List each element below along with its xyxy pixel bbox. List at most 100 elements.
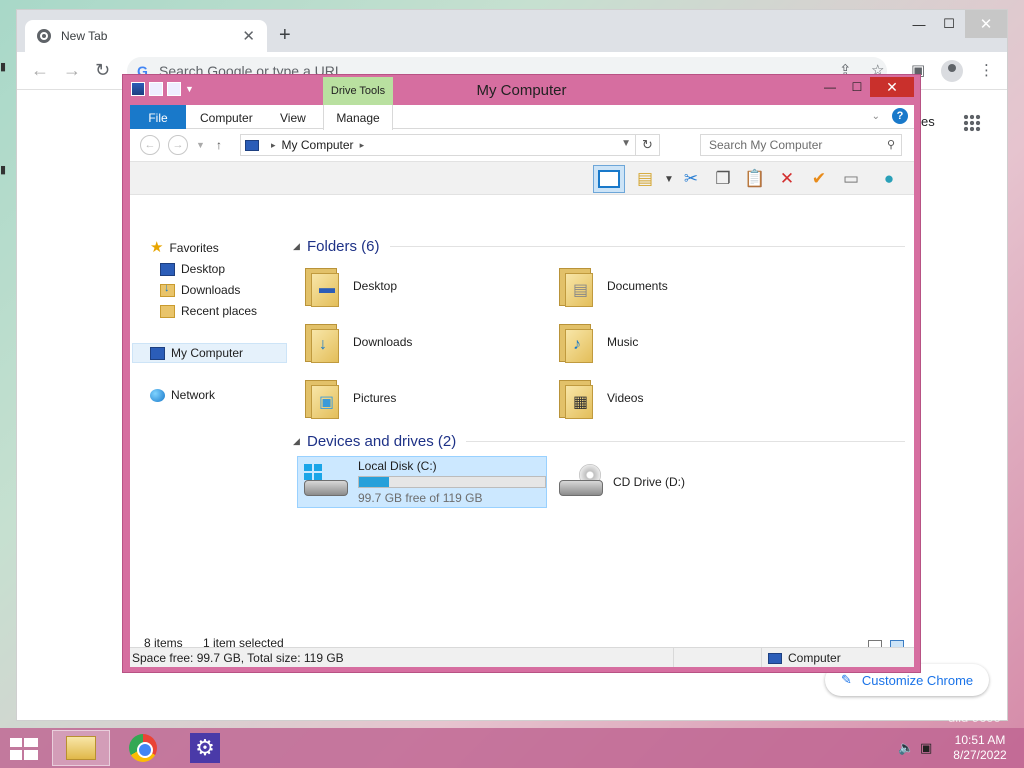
breadcrumb-separator-icon[interactable]: ▸ xyxy=(360,140,365,151)
network-icon xyxy=(150,388,165,402)
disk-usage-fill xyxy=(359,477,389,487)
chrome-tab-title: New Tab xyxy=(61,29,108,43)
pencil-icon: ✎ xyxy=(841,672,852,687)
chrome-close-button[interactable]: ✕ xyxy=(965,10,1007,38)
drive-free-space: 99.7 GB free of 119 GB xyxy=(358,491,483,505)
ribbon-controls: ⌄ ? xyxy=(872,108,908,124)
space-info: Space free: 99.7 GB, Total size: 119 GB xyxy=(132,651,344,665)
breadcrumb-separator-icon[interactable]: ▸ xyxy=(271,140,276,151)
computer-icon xyxy=(768,652,782,664)
forward-arrow-icon[interactable]: → xyxy=(63,60,81,81)
back-arrow-icon[interactable]: ← xyxy=(31,60,49,81)
nav-recent-places[interactable]: Recent places xyxy=(160,301,257,321)
tab-computer[interactable]: Computer xyxy=(186,105,267,129)
folders-group-header[interactable]: ◢ Folders (6) xyxy=(293,236,905,256)
forward-button[interactable]: → xyxy=(168,135,188,155)
rename-check-icon[interactable]: ✔ xyxy=(807,167,831,191)
desktop-icon-partial[interactable]: ▮ xyxy=(0,163,12,177)
tab-view[interactable]: View xyxy=(266,105,320,129)
windows-start-icon[interactable] xyxy=(10,738,38,760)
properties-icon[interactable]: ▭ xyxy=(839,167,863,191)
collapse-group-icon[interactable]: ◢ xyxy=(293,436,307,447)
desktop-icon xyxy=(160,262,175,276)
nav-favorites-label: Favorites xyxy=(169,241,219,255)
taskbar-file-explorer[interactable] xyxy=(52,730,110,766)
drives-group-header[interactable]: ◢ Devices and drives (2) xyxy=(293,431,905,451)
new-tab-button[interactable]: + xyxy=(279,24,291,47)
delete-icon[interactable]: ✕ xyxy=(775,167,799,191)
folder-documents[interactable]: ▤ Documents xyxy=(557,260,797,312)
nav-network[interactable]: Network xyxy=(150,385,215,405)
explorer-close-button[interactable]: ✕ xyxy=(870,77,914,97)
nav-recent-places-label: Recent places xyxy=(181,304,258,318)
folder-pictures[interactable]: ▣ Pictures xyxy=(303,372,543,424)
desktop-icon-partial[interactable]: ▮ xyxy=(0,60,12,74)
help-icon[interactable]: ? xyxy=(892,108,908,124)
command-bar: ▤ ▼ ✂ ❐ 📋 ✕ ✔ ▭ ● xyxy=(130,161,914,195)
menu-dots-icon[interactable]: ⋮ xyxy=(979,61,994,79)
taskbar-settings[interactable]: ⚙ xyxy=(176,730,234,766)
preview-pane-toggle-button[interactable] xyxy=(593,165,625,193)
search-box[interactable]: Search My Computer ⚲ xyxy=(700,134,902,156)
chrome-tab[interactable]: New Tab ✕ xyxy=(25,20,267,52)
folder-name: Downloads xyxy=(353,335,413,349)
drive-local-disk-c[interactable]: Local Disk (C:) 99.7 GB free of 119 GB xyxy=(297,456,547,508)
taskbar-chrome[interactable] xyxy=(114,730,172,766)
drives-group-label: Devices and drives (2) xyxy=(307,432,457,450)
back-button[interactable]: ← xyxy=(140,135,160,155)
navigation-pane: ★ Favorites Desktop Downloads Recent pla… xyxy=(130,226,290,636)
clock-time: 10:51 AM xyxy=(954,733,1006,747)
address-dropdown-icon[interactable]: ▼ xyxy=(621,138,631,149)
network-tray-icon[interactable]: ▣ xyxy=(920,740,932,756)
tab-manage[interactable]: Manage xyxy=(323,105,393,130)
folder-downloads[interactable]: ↓ Downloads xyxy=(303,316,543,368)
chrome-favicon-icon xyxy=(37,29,51,43)
folder-videos[interactable]: ▦ Videos xyxy=(557,372,797,424)
folder-music[interactable]: ♪ Music xyxy=(557,316,797,368)
google-apps-icon[interactable] xyxy=(963,114,981,132)
reload-icon[interactable]: ↻ xyxy=(95,60,110,81)
internet-globe-icon[interactable]: ● xyxy=(877,167,901,191)
paste-icon[interactable]: 📋 xyxy=(743,167,767,191)
collapse-group-icon[interactable]: ◢ xyxy=(293,241,307,252)
nav-desktop-label: Desktop xyxy=(181,262,226,276)
copy-icon[interactable]: ❐ xyxy=(711,167,735,191)
tab-close-icon[interactable]: ✕ xyxy=(242,27,255,45)
nav-my-computer[interactable]: My Computer xyxy=(132,343,287,363)
volume-muted-icon[interactable]: 🔈 xyxy=(898,740,914,756)
computer-icon xyxy=(245,139,259,151)
drive-name: CD Drive (D:) xyxy=(613,475,685,489)
recent-locations-chevron-icon[interactable]: ▼ xyxy=(196,140,205,150)
group-divider xyxy=(389,245,905,247)
explorer-maximize-button[interactable]: ☐ xyxy=(847,77,867,97)
drive-cd-d[interactable]: CD Drive (D:) xyxy=(553,456,753,508)
up-arrow-icon[interactable]: ↑ xyxy=(216,138,222,152)
explorer-minimize-button[interactable]: — xyxy=(820,77,840,97)
explorer-titlebar[interactable]: ▼ Drive Tools My Computer — ☐ ✕ xyxy=(123,75,920,105)
star-icon: ★ xyxy=(150,239,164,256)
chrome-tab-strip: New Tab ✕ + — ☐ ✕ xyxy=(17,10,1007,52)
tab-file[interactable]: File xyxy=(130,105,186,129)
google-shortcut-text[interactable]: es xyxy=(921,114,935,129)
select-folder-icon[interactable]: ▤ xyxy=(633,167,657,191)
taskbar-clock[interactable]: 10:51 AM 8/27/2022 xyxy=(944,733,1016,763)
folder-name: Videos xyxy=(607,391,644,405)
nav-downloads-label: Downloads xyxy=(181,283,241,297)
nav-desktop[interactable]: Desktop xyxy=(160,259,225,279)
profile-avatar-icon[interactable] xyxy=(941,60,963,82)
refresh-icon[interactable]: ↻ xyxy=(635,135,659,155)
nav-downloads[interactable]: Downloads xyxy=(160,280,240,300)
chrome-minimize-button[interactable]: — xyxy=(907,10,931,38)
chrome-maximize-button[interactable]: ☐ xyxy=(937,10,961,38)
drive-name: Local Disk (C:) xyxy=(358,459,437,473)
nav-favorites[interactable]: ★ Favorites xyxy=(150,238,219,258)
breadcrumb-my-computer[interactable]: My Computer xyxy=(282,138,354,152)
documents-folder-icon: ▤ xyxy=(557,264,597,308)
group-divider xyxy=(466,440,905,442)
dropdown-arrow-icon[interactable]: ▼ xyxy=(657,167,681,191)
folder-desktop[interactable]: ▬ Desktop xyxy=(303,260,543,312)
expand-ribbon-chevron-icon[interactable]: ⌄ xyxy=(872,111,880,122)
address-bar[interactable]: ▸ My Computer ▸ ▼ ↻ xyxy=(240,134,660,156)
folder-name: Music xyxy=(607,335,639,349)
cut-icon[interactable]: ✂ xyxy=(679,167,703,191)
